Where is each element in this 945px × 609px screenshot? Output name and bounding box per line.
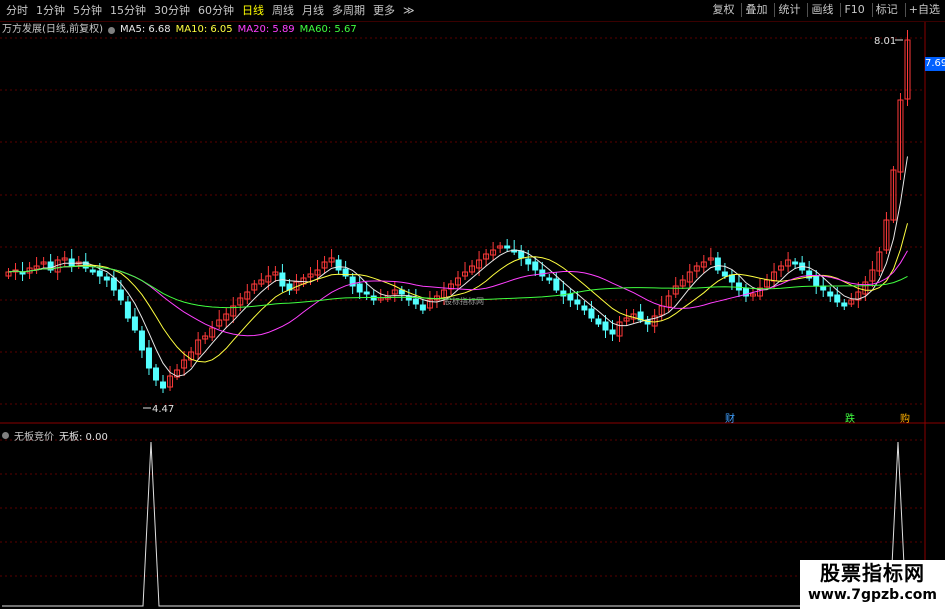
candle-body — [131, 316, 138, 331]
candle-body — [152, 367, 159, 381]
candle-body — [96, 270, 103, 277]
site-watermark: 股票指标网 www.7gpzb.com — [800, 560, 945, 609]
candle-body — [405, 295, 412, 301]
chart-grid — [0, 22, 945, 609]
candlesticks — [5, 30, 911, 393]
candle-body — [160, 381, 167, 389]
settings-dot-icon[interactable] — [107, 26, 115, 34]
high-price-label: 8.01 — [874, 36, 897, 47]
candle-body — [721, 271, 728, 277]
candle-body — [419, 304, 426, 311]
candle-body — [813, 275, 820, 287]
ma10-label: MA10: 6.05 — [175, 24, 233, 35]
watermark-url: www.7gpzb.com — [807, 587, 937, 603]
moving-averages — [8, 39, 908, 409]
candle-body — [525, 258, 532, 265]
current-price-tag: 7.69 — [925, 57, 945, 71]
sub-legend: 无板竞价 无板: 0.00 — [2, 428, 108, 443]
sub-indicator-value: 无板: 0.00 — [59, 432, 108, 443]
candle-body — [356, 283, 363, 293]
low-price-label: 4.47 — [152, 404, 175, 415]
watermark-title: 股票指标网 — [820, 561, 925, 585]
candle-body — [728, 274, 735, 283]
candle-body — [539, 269, 546, 277]
candle-body — [595, 318, 602, 325]
candle-body — [834, 294, 841, 303]
candle-body — [714, 257, 721, 271]
candle-body — [145, 347, 152, 369]
stock-title: 万方发展(日线,前复权) — [2, 24, 103, 35]
candle-body — [138, 330, 145, 351]
candle-body — [602, 321, 609, 331]
candle-body — [363, 291, 370, 295]
candle-body — [609, 329, 616, 335]
event-marker-cai[interactable]: 财 — [725, 414, 735, 426]
main-legend: 万方发展(日线,前复权) MA5: 6.68 MA10: 6.05 MA20: … — [2, 24, 357, 36]
candle-body — [110, 277, 117, 291]
settings-dot-icon[interactable] — [2, 432, 9, 439]
sub-indicator — [2, 441, 925, 607]
candle-body — [124, 301, 131, 319]
candle-body — [89, 269, 96, 273]
candle-body — [103, 276, 110, 281]
event-marker-gou[interactable]: 购 — [900, 414, 910, 426]
candle-body — [735, 282, 742, 291]
candle-body — [546, 277, 553, 281]
ma60-label: MA60: 5.67 — [299, 24, 357, 35]
sub-indicator-name: 无板竞价 — [14, 432, 54, 443]
candle-body — [504, 245, 511, 249]
sub-indicator-line — [2, 441, 925, 607]
candle-body — [553, 278, 560, 291]
candle-body — [792, 261, 799, 265]
candle-body — [412, 298, 419, 305]
candle-body — [335, 259, 342, 271]
candle-body — [518, 250, 525, 259]
candle-body — [532, 261, 539, 271]
candle-body — [574, 299, 581, 305]
center-watermark: 股标指标网 — [444, 297, 484, 306]
event-marker-die[interactable]: 跌 — [845, 414, 855, 426]
candle-body — [117, 289, 124, 301]
candle-body — [841, 302, 848, 307]
ma20-line — [8, 250, 908, 337]
ma5-label: MA5: 6.68 — [119, 24, 171, 35]
candle-body — [567, 293, 574, 301]
candle-body — [588, 308, 595, 319]
candle-body — [68, 258, 75, 267]
candle-body — [827, 291, 834, 297]
ma20-label: MA20: 5.89 — [237, 24, 295, 35]
candle-body — [581, 305, 588, 311]
